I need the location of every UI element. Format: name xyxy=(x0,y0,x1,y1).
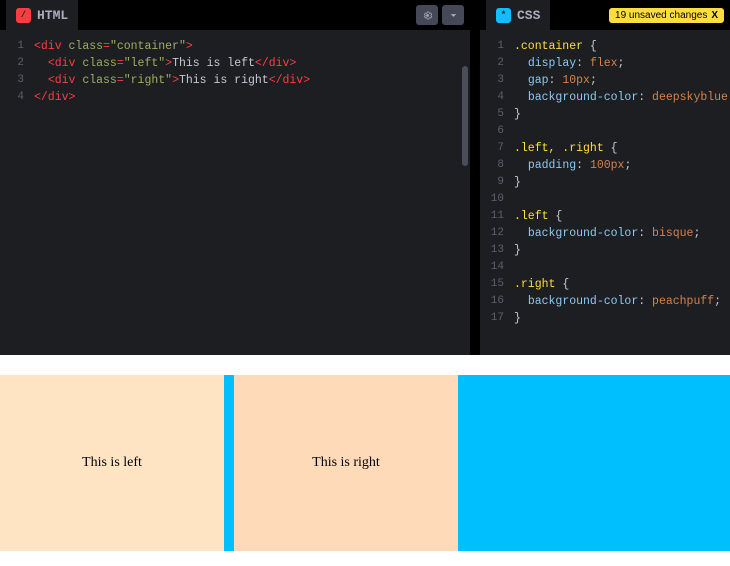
unsaved-changes-badge[interactable]: 19 unsaved changes X xyxy=(609,8,724,23)
preview-right-box: This is right xyxy=(234,375,458,551)
chevron-down-icon xyxy=(448,10,459,21)
css-tab[interactable]: * CSS xyxy=(486,0,550,30)
css-panel-header: * CSS 19 unsaved changes X xyxy=(480,0,730,30)
html-tab-label: HTML xyxy=(37,8,68,23)
gear-icon xyxy=(422,10,433,21)
close-icon[interactable]: X xyxy=(711,10,718,21)
unsaved-text: 19 unsaved changes xyxy=(615,10,707,21)
preview-left-text: This is left xyxy=(82,455,142,471)
dropdown-button[interactable] xyxy=(442,5,464,25)
html-code[interactable]: <div class="container"> <div class="left… xyxy=(30,30,470,355)
css-code[interactable]: .container { display: flex; gap: 10px; b… xyxy=(510,30,730,355)
editors-row: / HTML 1 2 3 4 <div class="container"> <… xyxy=(0,0,730,355)
html-gutter: 1 2 3 4 xyxy=(0,30,30,355)
settings-button[interactable] xyxy=(416,5,438,25)
css-header-controls: 19 unsaved changes X xyxy=(609,8,724,23)
html-code-area[interactable]: 1 2 3 4 <div class="container"> <div cla… xyxy=(0,30,470,355)
css-tab-label: CSS xyxy=(517,8,540,23)
preview-right-text: This is right xyxy=(312,455,380,471)
html-icon: / xyxy=(16,8,31,23)
css-gutter: 1234567891011121314151617 xyxy=(480,30,510,355)
html-scrollbar[interactable] xyxy=(462,66,468,166)
preview-container: This is left This is right xyxy=(0,375,730,551)
preview-pane: This is left This is right xyxy=(0,355,730,566)
css-editor-panel: * CSS 19 unsaved changes X 1234567891011… xyxy=(480,0,730,355)
css-icon: * xyxy=(496,8,511,23)
css-code-area[interactable]: 1234567891011121314151617 .container { d… xyxy=(480,30,730,355)
html-panel-header: / HTML xyxy=(0,0,470,30)
html-tab[interactable]: / HTML xyxy=(6,0,78,30)
html-editor-panel: / HTML 1 2 3 4 <div class="container"> <… xyxy=(0,0,470,355)
preview-left-box: This is left xyxy=(0,375,224,551)
html-header-controls xyxy=(416,5,464,25)
